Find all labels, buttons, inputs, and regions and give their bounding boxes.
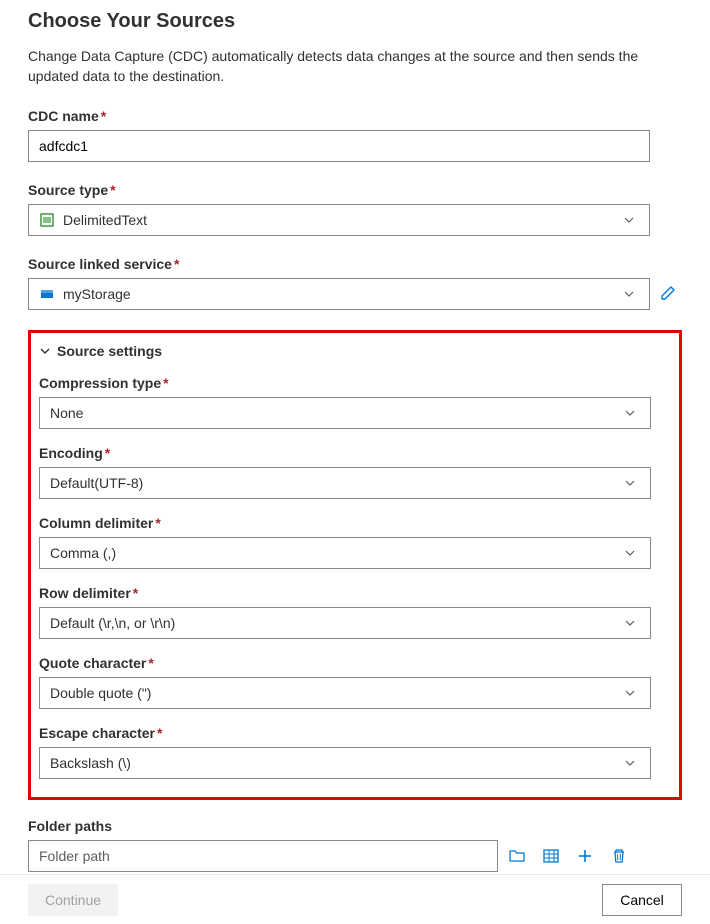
browse-folder-button[interactable] bbox=[502, 840, 532, 872]
row-delimiter-value: Default (\r,\n, or \r\n) bbox=[50, 615, 620, 631]
chevron-down-icon bbox=[619, 214, 639, 226]
source-settings-highlight: Source settings Compression type* None E… bbox=[28, 330, 682, 800]
preview-data-button[interactable] bbox=[536, 840, 566, 872]
row-delimiter-label: Row delimiter* bbox=[39, 585, 671, 601]
quote-character-value: Double quote (") bbox=[50, 685, 620, 701]
source-type-value: DelimitedText bbox=[63, 212, 619, 228]
chevron-down-icon bbox=[39, 345, 51, 357]
page-title: Choose Your Sources bbox=[28, 10, 682, 33]
quote-character-label: Quote character* bbox=[39, 655, 671, 671]
column-delimiter-dropdown[interactable]: Comma (,) bbox=[39, 537, 651, 569]
edit-linked-service-button[interactable] bbox=[660, 285, 676, 304]
escape-character-label: Escape character* bbox=[39, 725, 671, 741]
form-scroll-area[interactable]: Choose Your Sources Change Data Capture … bbox=[0, 0, 710, 874]
compression-type-label: Compression type* bbox=[39, 375, 671, 391]
source-settings-title: Source settings bbox=[57, 343, 162, 359]
continue-button[interactable]: Continue bbox=[28, 884, 118, 916]
folder-path-input[interactable] bbox=[28, 840, 498, 872]
chevron-down-icon bbox=[620, 407, 640, 419]
cdc-name-label: CDC name* bbox=[28, 108, 682, 124]
column-delimiter-value: Comma (,) bbox=[50, 545, 620, 561]
chevron-down-icon bbox=[620, 477, 640, 489]
chevron-down-icon bbox=[620, 687, 640, 699]
source-type-dropdown[interactable]: DelimitedText bbox=[28, 204, 650, 236]
chevron-down-icon bbox=[620, 547, 640, 559]
add-folder-button[interactable] bbox=[570, 840, 600, 872]
cancel-button[interactable]: Cancel bbox=[602, 884, 682, 916]
encoding-label: Encoding* bbox=[39, 445, 671, 461]
quote-character-dropdown[interactable]: Double quote (") bbox=[39, 677, 651, 709]
source-linked-service-value: myStorage bbox=[63, 286, 619, 302]
escape-character-value: Backslash (\) bbox=[50, 755, 620, 771]
source-linked-service-label: Source linked service* bbox=[28, 256, 682, 272]
compression-type-dropdown[interactable]: None bbox=[39, 397, 651, 429]
compression-type-value: None bbox=[50, 405, 620, 421]
page-description: Change Data Capture (CDC) automatically … bbox=[28, 47, 682, 86]
encoding-dropdown[interactable]: Default(UTF-8) bbox=[39, 467, 651, 499]
footer-bar: Continue Cancel bbox=[0, 874, 710, 924]
column-delimiter-label: Column delimiter* bbox=[39, 515, 671, 531]
delimited-text-icon bbox=[39, 212, 55, 228]
storage-icon bbox=[39, 286, 55, 302]
source-type-label: Source type* bbox=[28, 182, 682, 198]
source-settings-toggle[interactable]: Source settings bbox=[39, 343, 671, 359]
folder-paths-label: Folder paths bbox=[28, 818, 682, 834]
encoding-value: Default(UTF-8) bbox=[50, 475, 620, 491]
source-linked-service-dropdown[interactable]: myStorage bbox=[28, 278, 650, 310]
escape-character-dropdown[interactable]: Backslash (\) bbox=[39, 747, 651, 779]
cdc-name-input[interactable] bbox=[28, 130, 650, 162]
chevron-down-icon bbox=[620, 757, 640, 769]
chevron-down-icon bbox=[620, 617, 640, 629]
chevron-down-icon bbox=[619, 288, 639, 300]
row-delimiter-dropdown[interactable]: Default (\r,\n, or \r\n) bbox=[39, 607, 651, 639]
delete-folder-button[interactable] bbox=[604, 840, 634, 872]
